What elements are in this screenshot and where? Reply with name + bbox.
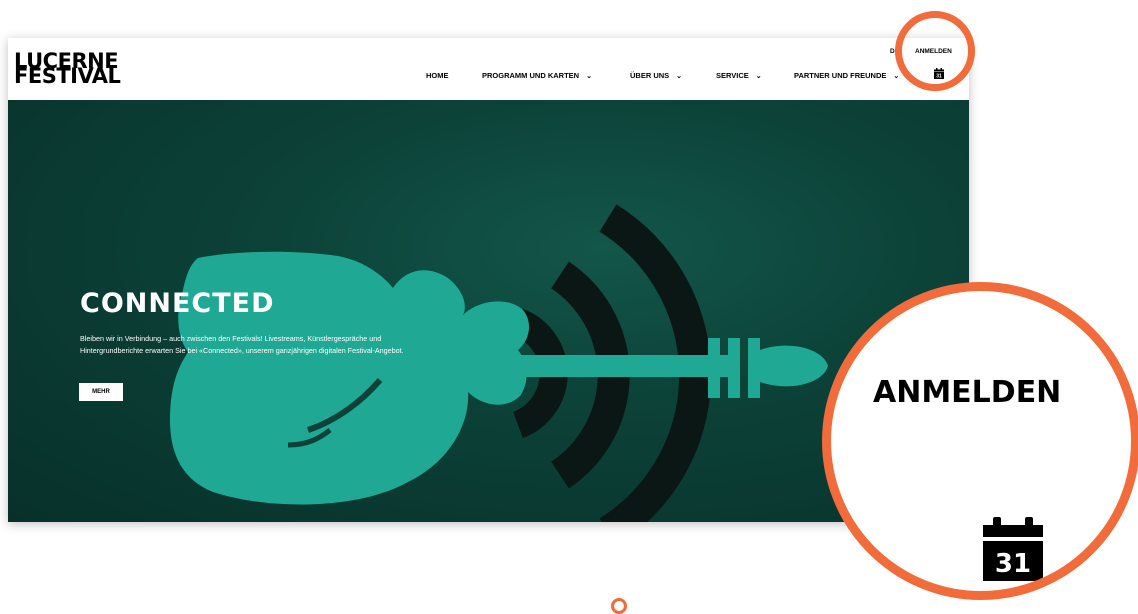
logo-line2: FESTIVAL <box>14 64 121 88</box>
nav-item-label: SERVICE <box>716 71 749 80</box>
lucerne-festival-logo[interactable]: LUCERNE FESTIVAL <box>14 51 121 88</box>
nav-item-home[interactable]: HOME <box>426 71 449 80</box>
calendar-day: 31 <box>995 549 1031 579</box>
nav-item-service[interactable]: SERVICE ⌄ <box>716 71 762 80</box>
more-button[interactable]: MEHR <box>79 383 123 401</box>
nav-item-partner[interactable]: PARTNER UND FREUNDE ⌄ <box>794 71 899 80</box>
chevron-down-icon: ⌄ <box>676 73 683 80</box>
zoom-callout: ANMELDEN 31 <box>822 282 1138 600</box>
chevron-down-icon: ⌄ <box>586 73 592 80</box>
calendar-icon: 31 <box>983 517 1043 581</box>
nav-item-programm[interactable]: PROGRAMM UND KARTEN ⌄ <box>482 71 592 80</box>
zoomed-login-label: ANMELDEN <box>873 375 1062 410</box>
nav-item-label: PROGRAMM UND KARTEN <box>482 71 580 80</box>
decorative-dot <box>611 598 627 614</box>
chevron-down-icon: ⌄ <box>893 73 900 80</box>
hero-title: CONNECTED <box>80 288 275 319</box>
nav-item-label: ÜBER UNS <box>630 71 670 80</box>
hero-description: Bleiben wir in Verbindung – auch zwische… <box>80 334 404 356</box>
nav-item-label: PARTNER UND FREUNDE <box>794 71 887 80</box>
site-header: LUCERNE FESTIVAL HOME PROGRAMM UND KARTE… <box>8 38 969 100</box>
nav-item-label: HOME <box>426 71 449 80</box>
chevron-down-icon: ⌄ <box>755 73 762 80</box>
highlight-ring <box>895 11 975 91</box>
nav-item-ueber-uns[interactable]: ÜBER UNS ⌄ <box>630 71 682 80</box>
